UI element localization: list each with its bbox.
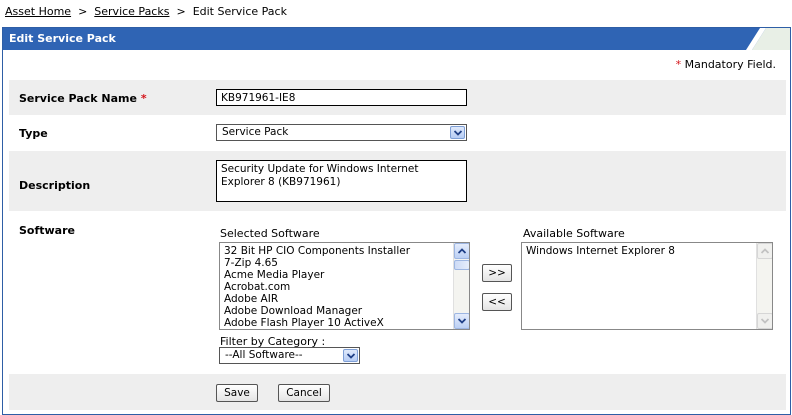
description-textarea[interactable]: Security Update for Windows Internet Exp… (216, 160, 467, 202)
header-corner-decoration (746, 28, 790, 50)
breadcrumb-service-packs-link[interactable]: Service Packs (94, 5, 169, 18)
software-row: Software Selected Software 32 Bit HP CIO… (9, 211, 786, 374)
add-software-button[interactable]: >> (482, 264, 512, 282)
scroll-down-button[interactable] (757, 313, 772, 329)
type-row: Type Service Pack (9, 115, 786, 151)
chevron-down-icon[interactable] (343, 349, 358, 362)
filter-category-select[interactable]: --All Software-- (219, 347, 360, 364)
required-star: * (140, 92, 147, 105)
scroll-up-button[interactable] (757, 243, 772, 259)
service-pack-name-label: Service Pack Name * (19, 92, 147, 105)
description-row: Description Security Update for Windows … (9, 151, 786, 211)
service-pack-name-input[interactable] (216, 89, 467, 106)
available-list-scrollbar[interactable] (756, 243, 772, 329)
panel-header: Edit Service Pack (3, 28, 790, 50)
panel-title: Edit Service Pack (9, 32, 116, 45)
chevron-up-icon (761, 248, 769, 254)
mandatory-star: * (675, 58, 682, 71)
edit-service-pack-panel: Edit Service Pack * Mandatory Field. Ser… (2, 27, 791, 415)
filter-category-value: --All Software-- (225, 349, 303, 361)
chevron-down-icon (761, 318, 769, 324)
scroll-thumb[interactable] (454, 260, 469, 270)
breadcrumb-current: Edit Service Pack (192, 5, 287, 18)
type-select-value: Service Pack (222, 126, 289, 138)
available-software-label: Available Software (523, 227, 625, 240)
available-software-items: Windows Internet Explorer 8 (526, 245, 754, 257)
chevron-down-icon (458, 318, 466, 324)
save-button[interactable]: Save (216, 384, 258, 402)
list-item[interactable]: Windows Internet Explorer 8 (526, 245, 754, 257)
scroll-down-button[interactable] (454, 313, 469, 329)
available-software-list[interactable]: Windows Internet Explorer 8 (521, 242, 773, 330)
list-item[interactable]: 7-Zip 4.65 (224, 257, 451, 269)
service-pack-name-label-text: Service Pack Name (19, 92, 137, 105)
actions-row: Save Cancel (9, 374, 786, 410)
list-item[interactable]: Acme Media Player (224, 269, 451, 281)
selected-software-items: 32 Bit HP CIO Components Installer 7-Zip … (224, 245, 451, 329)
mandatory-note: * Mandatory Field. (676, 58, 776, 71)
breadcrumb-asset-home-link[interactable]: Asset Home (5, 5, 71, 18)
chevron-down-icon[interactable] (450, 126, 465, 139)
software-label: Software (19, 224, 75, 237)
list-item[interactable]: Adobe Download Manager (224, 305, 451, 317)
breadcrumb: Asset Home > Service Packs > Edit Service Pa… (5, 5, 287, 21)
cancel-button[interactable]: Cancel (278, 384, 330, 402)
mandatory-text: Mandatory Field. (684, 58, 776, 71)
scroll-up-button[interactable] (454, 243, 469, 259)
service-pack-name-row: Service Pack Name * (9, 80, 786, 115)
selected-software-label: Selected Software (220, 227, 320, 240)
breadcrumb-separator: > (78, 5, 88, 18)
type-label: Type (19, 127, 48, 140)
description-label: Description (19, 179, 91, 192)
list-item[interactable]: Acrobat.com (224, 281, 451, 293)
selected-list-scrollbar[interactable] (453, 243, 469, 329)
breadcrumb-separator: > (176, 5, 186, 18)
type-select[interactable]: Service Pack (216, 124, 467, 141)
list-item[interactable]: Adobe AIR (224, 293, 451, 305)
remove-software-button[interactable]: << (482, 293, 512, 311)
list-item[interactable]: Adobe Flash Player 10 ActiveX (224, 317, 451, 329)
selected-software-list[interactable]: 32 Bit HP CIO Components Installer 7-Zip … (219, 242, 470, 330)
chevron-up-icon (458, 248, 466, 254)
list-item[interactable]: 32 Bit HP CIO Components Installer (224, 245, 451, 257)
